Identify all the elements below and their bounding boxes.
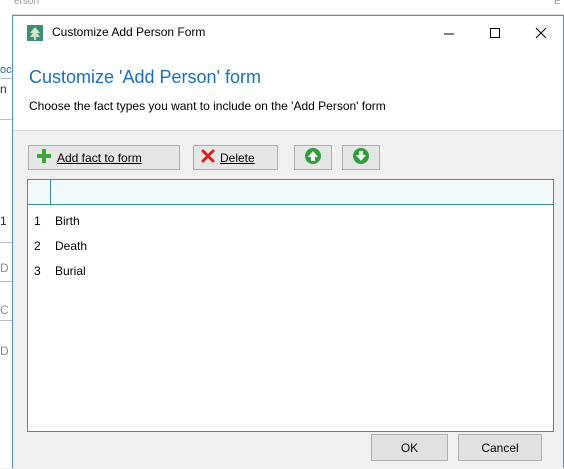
ok-button[interactable]: OK bbox=[371, 434, 448, 461]
minimize-icon bbox=[444, 33, 454, 34]
close-icon bbox=[535, 27, 547, 38]
table-row[interactable]: 3 Burial bbox=[28, 259, 553, 283]
background-text: C bbox=[0, 303, 9, 317]
table-row[interactable]: 2 Death bbox=[28, 234, 553, 258]
tree-app-icon bbox=[27, 25, 43, 41]
background-text: D bbox=[0, 344, 9, 358]
background-text: oc bbox=[0, 64, 12, 76]
window-title: Customize Add Person Form bbox=[52, 25, 206, 39]
fact-type-name: Birth bbox=[55, 214, 80, 228]
maximize-icon bbox=[490, 27, 500, 38]
background-text: D bbox=[0, 261, 9, 275]
plus-icon bbox=[36, 148, 52, 167]
move-down-button[interactable] bbox=[342, 145, 380, 170]
minimize-button[interactable] bbox=[426, 16, 472, 49]
background-text: erson bbox=[14, 0, 40, 7]
background-text: n bbox=[0, 82, 7, 96]
add-fact-button[interactable]: Add fact to form bbox=[28, 145, 180, 170]
delete-x-icon bbox=[201, 149, 215, 166]
table-row[interactable]: 1 Birth bbox=[28, 209, 553, 233]
divider bbox=[0, 281, 12, 282]
fact-type-name: Burial bbox=[55, 264, 86, 278]
row-number: 3 bbox=[34, 264, 41, 278]
delete-label: Delete bbox=[220, 150, 255, 165]
background-app-top: erson E bbox=[0, 0, 564, 15]
divider bbox=[0, 320, 12, 321]
cancel-button[interactable]: Cancel bbox=[458, 434, 542, 461]
grid-header bbox=[28, 180, 553, 205]
delete-button[interactable]: Delete bbox=[193, 145, 278, 170]
row-number: 2 bbox=[34, 239, 41, 253]
divider bbox=[0, 242, 12, 243]
customize-form-dialog: Customize Add Person Form Customize 'Add… bbox=[12, 15, 564, 469]
divider bbox=[0, 119, 12, 120]
arrow-down-icon bbox=[352, 147, 370, 168]
title-bar[interactable]: Customize Add Person Form bbox=[13, 16, 563, 49]
move-up-button[interactable] bbox=[294, 145, 332, 170]
divider bbox=[0, 78, 12, 79]
maximize-button[interactable] bbox=[472, 16, 518, 49]
dialog-description: Choose the fact types you want to includ… bbox=[29, 99, 386, 113]
background-text: E bbox=[554, 0, 561, 7]
arrow-up-icon bbox=[304, 147, 322, 168]
close-button[interactable] bbox=[518, 16, 564, 49]
dialog-heading: Customize 'Add Person' form bbox=[29, 67, 261, 87]
add-fact-label: Add fact to form bbox=[57, 151, 142, 165]
fact-types-grid[interactable]: 1 Birth 2 Death 3 Burial bbox=[27, 179, 554, 432]
add-fact-label-text: Add fact to form bbox=[57, 150, 142, 165]
row-indicator-header bbox=[28, 180, 51, 204]
background-text: 1 bbox=[0, 214, 7, 228]
fact-type-name: Death bbox=[55, 239, 88, 253]
row-number: 1 bbox=[34, 214, 41, 228]
